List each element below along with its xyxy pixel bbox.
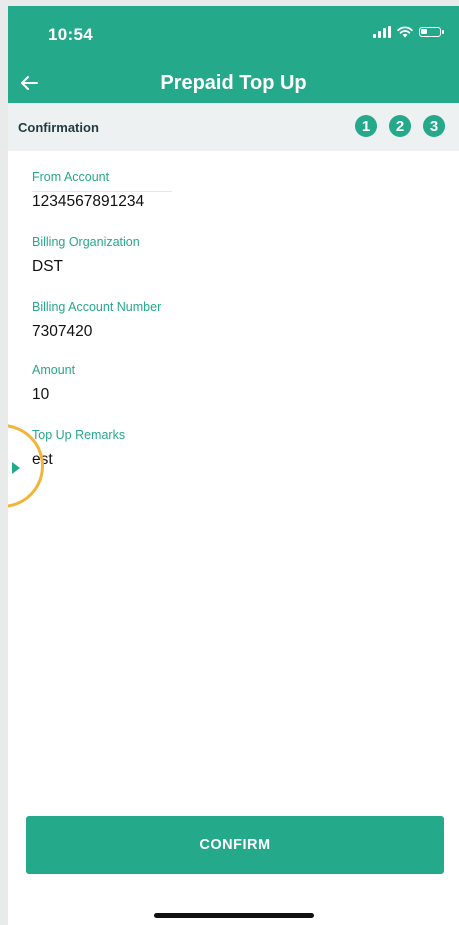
step-header: Confirmation 1 2 3 — [8, 103, 459, 151]
field-value: 1234567891234 — [32, 193, 145, 210]
field-label: Top Up Remarks — [32, 428, 126, 442]
step-2: 2 — [389, 115, 411, 137]
field-value: est — [32, 451, 53, 468]
battery-icon — [419, 27, 444, 37]
field-label: From Account — [32, 170, 110, 184]
billing-account-number-field: Billing Account Number 7307420 — [32, 300, 161, 341]
step-indicator: 1 2 3 — [355, 115, 445, 137]
confirm-button[interactable]: CONFIRM — [26, 816, 444, 874]
page-title: Prepaid Top Up — [160, 72, 307, 94]
status-icons — [373, 26, 444, 38]
phone-screen: 10:54 Prepaid Top Up Confirmation 1 2 3 … — [8, 6, 459, 925]
field-value: DST — [32, 258, 63, 275]
top-up-remarks-field: Top Up Remarks est — [32, 428, 125, 469]
amount-field: Amount 10 — [32, 363, 75, 404]
field-value: 10 — [32, 386, 50, 403]
field-label: Billing Organization — [32, 235, 140, 249]
field-label: Billing Account Number — [32, 300, 162, 314]
step-3: 3 — [423, 115, 445, 137]
divider — [32, 191, 172, 192]
billing-organization-field: Billing Organization DST — [32, 235, 140, 276]
step-1: 1 — [355, 115, 377, 137]
wifi-icon — [397, 26, 413, 38]
field-label: Amount — [32, 363, 76, 377]
step-title: Confirmation — [18, 120, 99, 135]
status-time: 10:54 — [48, 25, 93, 44]
home-indicator[interactable] — [154, 913, 314, 918]
app-header: 10:54 Prepaid Top Up — [8, 6, 459, 103]
pointer-arrow-icon — [12, 462, 20, 474]
signal-icon — [373, 26, 391, 38]
field-value: 7307420 — [32, 323, 93, 340]
